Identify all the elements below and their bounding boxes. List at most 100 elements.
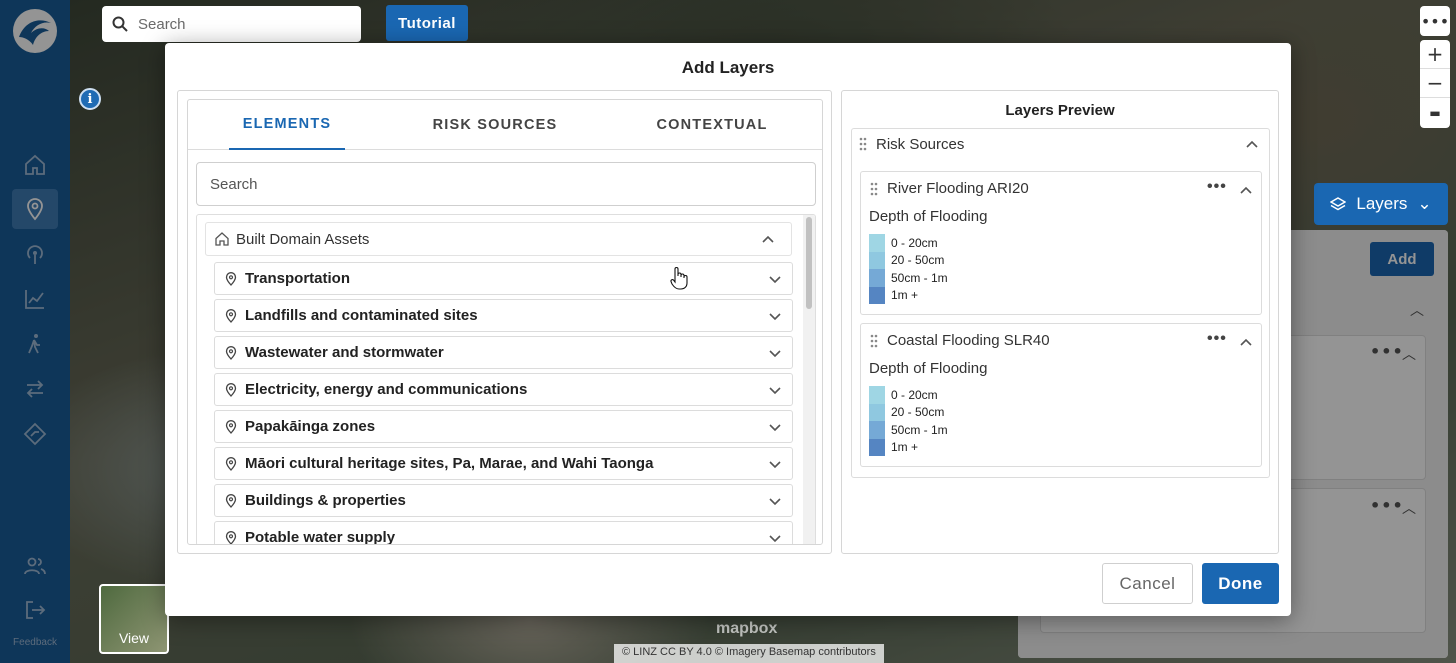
hand-cursor-icon [670,267,688,290]
chevron-down-icon[interactable] [768,494,782,508]
element-item-electricity[interactable]: Electricity, energy and communications [214,373,793,406]
tab-contextual[interactable]: CONTEXTUAL [646,100,778,150]
preview-layer-card: Coastal Flooding SLR40 ••• Depth of Floo… [860,323,1262,467]
element-item-maori-heritage[interactable]: Māori cultural heritage sites, Pa, Marae… [214,447,793,480]
legend-label: 0 - 20cm [891,387,938,402]
home-icon [215,232,229,246]
tab-risk-sources[interactable]: RISK SOURCES [420,100,570,150]
element-item-label: Papakāinga zones [245,418,376,435]
chevron-up-icon[interactable] [761,232,775,246]
chevron-up-icon[interactable] [1239,183,1253,197]
left-navigation-rail: Feedback [0,0,70,663]
element-item-papakainga[interactable]: Papakāinga zones [214,410,793,443]
map-search-placeholder: Search [138,15,186,33]
chevron-down-icon[interactable] [768,420,782,434]
legend-swatch [869,251,885,269]
preview-layer-name: Coastal Flooding SLR40 [887,332,1050,349]
element-item-label: Wastewater and stormwater [245,344,444,361]
map-pin-icon [225,271,237,286]
chevron-up-icon[interactable] [1245,137,1259,151]
compass-button[interactable]: ▬ [1420,98,1450,127]
layers-pill-label: Layers [1356,194,1408,213]
map-attribution[interactable]: © LINZ CC BY 4.0 © Imagery Basemap contr… [614,644,884,663]
drag-handle-icon[interactable] [869,334,879,348]
legend-row: 20 - 50cm [869,403,948,421]
cancel-button[interactable]: Cancel [1102,563,1193,604]
legend-swatch [869,438,885,456]
map-pin-icon [225,456,237,471]
legend-label: 50cm - 1m [891,270,948,285]
legend-row: 0 - 20cm [869,386,948,404]
element-item-label: Māori cultural heritage sites, Pa, Marae… [245,455,654,472]
map-search-input[interactable]: Search [102,6,361,42]
map-pin-icon [225,493,237,508]
legend-label: 20 - 50cm [891,253,945,268]
elements-search-input[interactable]: Search [196,162,816,206]
drag-handle-icon[interactable] [858,137,868,151]
element-item-transportation[interactable]: Transportation [214,262,793,295]
legend-row: 0 - 20cm [869,234,948,252]
chevron-down-icon[interactable] [768,272,782,286]
drag-handle-icon[interactable] [869,182,879,196]
element-item-label: Landfills and contaminated sites [245,307,478,324]
more-options-icon[interactable]: ••• [1207,178,1227,196]
legend-row: 20 - 50cm [869,251,948,269]
chevron-down-icon[interactable] [768,309,782,323]
group-label: Built Domain Assets [236,230,370,248]
map-more-button[interactable]: ••• [1420,6,1450,36]
element-item-potable-water[interactable]: Potable water supply [214,521,793,545]
layers-toggle-button[interactable]: Layers ⌄ [1314,183,1448,225]
layer-tabs: ELEMENTS RISK SOURCES CONTEXTUAL [188,100,822,150]
element-item-label: Electricity, energy and communications [245,381,528,398]
zoom-controls: + − ▬ [1420,40,1450,128]
legend-row: 50cm - 1m [869,421,948,439]
legend-row: 1m + [869,286,948,304]
element-item-landfills[interactable]: Landfills and contaminated sites [214,299,793,332]
search-icon [112,16,128,32]
info-icon[interactable]: i [79,88,101,110]
legend-swatch [869,286,885,304]
more-options-icon[interactable]: ••• [1207,330,1227,348]
element-item-label: Transportation [245,270,351,287]
chevron-down-icon[interactable] [768,457,782,471]
legend-row: 50cm - 1m [869,269,948,287]
chevron-up-icon[interactable] [1239,335,1253,349]
preview-section-label: Risk Sources [876,135,965,153]
preview-title: Layers Preview [1005,102,1115,119]
preview-section-header[interactable]: Risk Sources [852,129,1269,159]
layers-preview-pane: Layers Preview Risk Sources River Floodi… [841,90,1279,554]
mapbox-logo: mapbox [716,620,778,637]
preview-layer-header: Coastal Flooding SLR40 [869,332,1050,349]
map-pin-icon [225,345,237,360]
group-built-domain-assets[interactable]: Built Domain Assets [205,222,792,256]
scrollbar-thumb[interactable] [806,217,812,309]
legend-label: 0 - 20cm [891,235,938,250]
elements-tree: Built Domain Assets Transportation Landf… [196,214,816,545]
legend-label: 50cm - 1m [891,422,948,437]
basemap-view-button[interactable]: View [99,584,169,654]
chevron-down-icon[interactable] [768,383,782,397]
preview-layer-name: River Flooding ARI20 [887,180,1029,197]
zoom-in-button[interactable]: + [1420,40,1450,69]
element-item-buildings[interactable]: Buildings & properties [214,484,793,517]
elements-pane-inner: ELEMENTS RISK SOURCES CONTEXTUAL Search … [187,99,823,545]
tab-elements[interactable]: ELEMENTS [229,100,345,150]
legend-swatch [869,386,885,404]
done-button[interactable]: Done [1202,563,1279,604]
chevron-down-icon: ⌄ [1417,194,1432,213]
legend-label: 20 - 50cm [891,405,945,420]
elements-scrollbar[interactable] [803,215,815,544]
zoom-out-button[interactable]: − [1420,69,1450,98]
legend-title: Depth of Flooding [869,208,988,225]
element-item-wastewater[interactable]: Wastewater and stormwater [214,336,793,369]
chevron-down-icon[interactable] [768,531,782,545]
legend-title: Depth of Flooding [869,360,988,377]
elements-pane: ELEMENTS RISK SOURCES CONTEXTUAL Search … [177,90,832,554]
map-pin-icon [225,382,237,397]
legend-label: 1m + [891,440,919,455]
preview-section-risk-sources: Risk Sources River Flooding ARI20 ••• De… [851,128,1270,478]
tutorial-button[interactable]: Tutorial [386,5,468,41]
layers-icon [1330,197,1347,211]
chevron-down-icon[interactable] [768,346,782,360]
flood-legend: 0 - 20cm 20 - 50cm 50cm - 1m 1m + [869,234,948,304]
